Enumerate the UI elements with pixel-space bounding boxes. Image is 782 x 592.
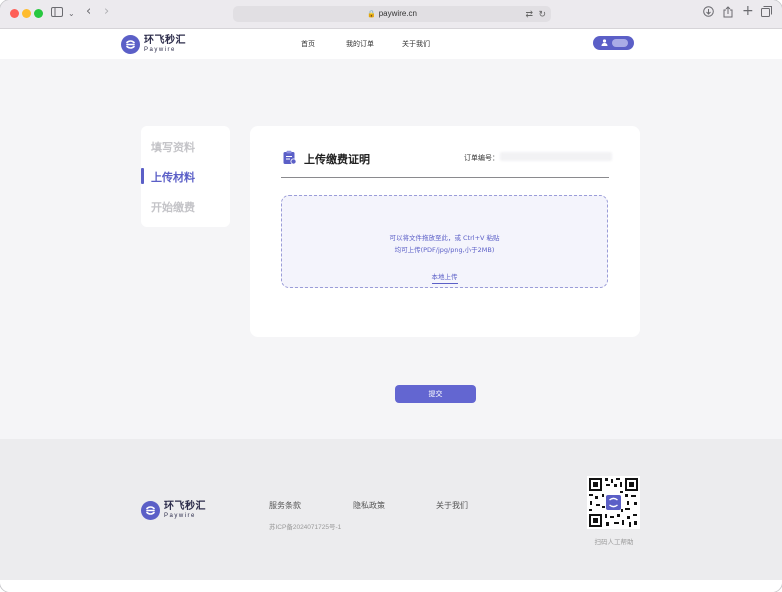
step-fill-info[interactable]: 填写资料 (151, 139, 195, 155)
footer-logo-mark-icon (141, 501, 160, 520)
nav-about-us[interactable]: 关于我们 (402, 39, 430, 49)
tab-overview-icon[interactable] (761, 6, 772, 22)
footer-link-about[interactable]: 关于我们 (436, 500, 468, 511)
qr-caption: 扫码人工帮助 (594, 538, 634, 546)
address-bar[interactable]: 🔒 paywire.cn ⇄ ↻ (233, 6, 551, 22)
logo-mark-icon (121, 35, 140, 54)
icp-record[interactable]: 苏ICP备2024071725号-1 (269, 521, 341, 531)
site-footer: 环飞秒汇 Paywire 服务条款 隐私政策 关于我们 苏ICP备2024071… (0, 439, 782, 580)
share-icon[interactable] (723, 6, 733, 23)
qr-code-icon (587, 476, 640, 529)
browser-window: ⌄ ‹ › 🔒 paywire.cn ⇄ ↻ + 环飞秒汇 Paywire 首页… (0, 0, 782, 592)
footer-link-terms[interactable]: 服务条款 (269, 500, 301, 511)
close-window-button[interactable] (10, 9, 19, 18)
order-number-blurred (500, 152, 612, 161)
username-blurred (612, 39, 628, 47)
step-start-payment[interactable]: 开始缴费 (151, 199, 195, 215)
card-divider (281, 177, 609, 178)
local-upload-link[interactable]: 本地上传 (431, 273, 458, 284)
window-bottom-edge (0, 580, 782, 592)
logo-name-cn: 环飞秒汇 (144, 35, 186, 46)
sidebar-toggle-icon[interactable] (51, 6, 63, 22)
footer-logo-name-cn: 环飞秒汇 (164, 501, 206, 512)
reload-icon[interactable]: ↻ (538, 6, 546, 22)
footer-logo-name-en: Paywire (164, 513, 196, 519)
back-icon[interactable]: ‹ (86, 4, 91, 20)
clipboard-icon (282, 150, 297, 169)
url-text: paywire.cn (378, 9, 417, 18)
nav-my-orders[interactable]: 我的订单 (346, 39, 374, 49)
footer-logo[interactable]: 环飞秒汇 Paywire (141, 501, 206, 520)
maximize-window-button[interactable] (34, 9, 43, 18)
step-upload-materials[interactable]: 上传材料 (151, 169, 195, 185)
dropzone-file-rules: 均可上传(PDF/jpg/png,小于2MB) (394, 246, 495, 254)
logo-name-en: Paywire (144, 47, 176, 53)
browser-toolbar: ⌄ ‹ › 🔒 paywire.cn ⇄ ↻ + (0, 0, 782, 29)
translate-icon[interactable]: ⇄ (525, 6, 533, 22)
nav-home[interactable]: 首页 (301, 39, 315, 49)
user-icon (601, 38, 608, 48)
submit-button[interactable]: 提交 (395, 385, 476, 403)
file-dropzone[interactable]: 可以将文件拖放至此，或 Ctrl+V 粘贴 均可上传(PDF/jpg/png,小… (281, 195, 608, 288)
user-account-button[interactable] (593, 36, 634, 50)
forward-icon[interactable]: › (104, 4, 109, 20)
steps-panel: 填写资料 上传材料 开始缴费 (141, 126, 230, 227)
order-number-label: 订单编号： (464, 154, 499, 162)
new-tab-icon[interactable]: + (742, 3, 754, 19)
chevron-down-icon[interactable]: ⌄ (68, 6, 75, 22)
footer-link-privacy[interactable]: 隐私政策 (353, 500, 385, 511)
upload-card: 上传缴费证明 订单编号： 可以将文件拖放至此，或 Ctrl+V 粘贴 均可上传(… (250, 126, 640, 337)
header-logo[interactable]: 环飞秒汇 Paywire (121, 35, 186, 54)
dropzone-hint: 可以将文件拖放至此，或 Ctrl+V 粘贴 (389, 234, 500, 242)
lock-icon: 🔒 (367, 11, 376, 18)
card-title: 上传缴费证明 (304, 153, 370, 166)
site-header: 环飞秒汇 Paywire 首页 我的订单 关于我们 (0, 29, 782, 59)
download-icon[interactable] (703, 6, 714, 22)
active-step-indicator (141, 168, 144, 184)
minimize-window-button[interactable] (22, 9, 31, 18)
